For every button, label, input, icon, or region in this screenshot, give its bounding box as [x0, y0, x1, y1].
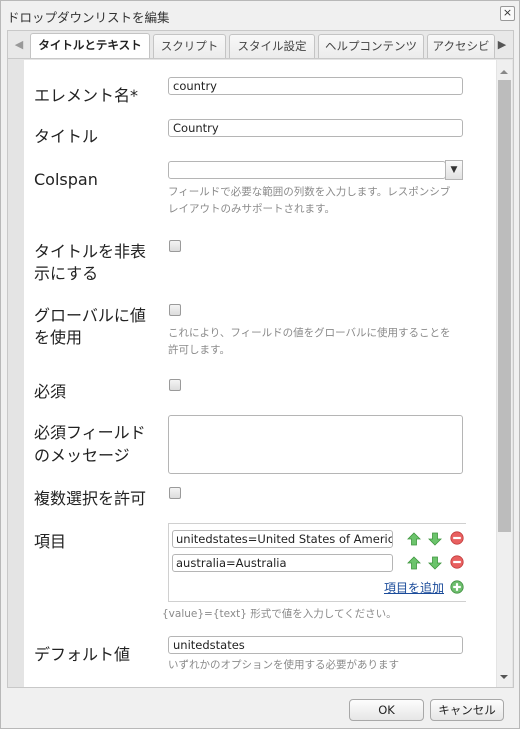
- default-value-label: デフォルト値: [34, 645, 131, 664]
- close-icon: ×: [502, 6, 513, 19]
- hide-title-label-line2: 示にする: [34, 264, 99, 283]
- required-label: 必須: [34, 382, 67, 401]
- default-value-input[interactable]: [168, 636, 463, 654]
- scroll-down-icon[interactable]: [500, 675, 508, 679]
- tab-script[interactable]: スクリプト: [153, 34, 226, 59]
- tab-label: スタイル設定: [237, 39, 307, 53]
- remove-icon[interactable]: [450, 555, 464, 569]
- cancel-button[interactable]: キャンセル: [430, 699, 504, 721]
- tab-help-content[interactable]: ヘルプコンテンツ: [318, 34, 424, 59]
- add-item-link[interactable]: 項目を追加: [384, 579, 444, 596]
- vertical-scrollbar[interactable]: [497, 60, 512, 687]
- tab-label: スクリプト: [160, 39, 219, 53]
- arrow-left-icon: ◀: [14, 38, 24, 51]
- tab-scroll-left-button[interactable]: ◀: [9, 31, 29, 58]
- items-help: {value}={text} 形式で値を入力してください。: [162, 608, 397, 620]
- items-label: 項目: [34, 532, 67, 551]
- move-down-icon[interactable]: [428, 556, 442, 570]
- colspan-label: Colspan: [34, 170, 98, 189]
- item-input[interactable]: australia=Australia: [172, 554, 393, 572]
- add-icon[interactable]: [450, 580, 464, 594]
- colspan-dropdown-button[interactable]: ▼: [445, 160, 463, 180]
- chevron-down-icon: ▼: [450, 165, 458, 175]
- tab-content: エレメント名* タイトル Colspan ▼ フィールドで必要な範囲の列数を入力…: [7, 58, 514, 688]
- edit-dropdown-dialog: ドロップダウンリストを編集 × ◀ タイトルとテキスト スクリプト スタイル設定…: [0, 0, 520, 729]
- colspan-help-line2: レイアウトのみサポートされます。: [168, 203, 335, 215]
- tab-label: ヘルプコンテンツ: [325, 39, 417, 53]
- arrow-right-icon: ▶: [497, 38, 507, 51]
- use-global-label-line1: グローバルに値: [34, 306, 146, 325]
- hide-title-label-line1: タイトルを非表: [34, 242, 147, 261]
- items-list: unitedstates=United States of America au…: [168, 523, 466, 602]
- ok-button[interactable]: OK: [349, 699, 424, 721]
- use-global-help-line1: これにより、フィールドの値をグローバルに使用することを: [168, 327, 451, 339]
- item-input[interactable]: unitedstates=United States of America: [172, 530, 393, 548]
- title-input[interactable]: [168, 119, 463, 137]
- tab-label: タイトルとテキスト: [38, 38, 142, 52]
- scroll-up-icon[interactable]: [500, 70, 508, 74]
- required-message-label-line1: 必須フィールド: [34, 423, 146, 442]
- element-name-input[interactable]: [168, 77, 463, 95]
- move-up-icon[interactable]: [407, 556, 421, 570]
- tab-scroll-right-button[interactable]: ▶: [492, 31, 512, 58]
- move-down-icon[interactable]: [428, 532, 442, 546]
- colspan-help-line1: フィールドで必要な範囲の列数を入力します。レスポンシブ: [168, 186, 451, 198]
- allow-multiple-checkbox[interactable]: [169, 487, 181, 499]
- allow-multiple-label: 複数選択を許可: [34, 489, 147, 508]
- tab-label: アクセシビ: [432, 39, 490, 53]
- form-panel: エレメント名* タイトル Colspan ▼ フィールドで必要な範囲の列数を入力…: [24, 60, 496, 687]
- use-global-label-line2: を使用: [34, 328, 83, 347]
- default-value-help: いずれかのオプションを使用する必要があります: [168, 659, 399, 671]
- required-message-textarea[interactable]: [168, 415, 463, 474]
- required-checkbox[interactable]: [169, 379, 181, 391]
- dialog-titlebar: ドロップダウンリストを編集 ×: [1, 1, 519, 29]
- colspan-select[interactable]: [168, 161, 446, 179]
- tab-bar: ◀ タイトルとテキスト スクリプト スタイル設定 ヘルプコンテンツ アクセシビ …: [7, 30, 514, 59]
- dialog-title: ドロップダウンリストを編集: [7, 10, 170, 25]
- use-global-checkbox[interactable]: [169, 304, 181, 316]
- required-message-label-line2: のメッセージ: [34, 446, 130, 465]
- hide-title-checkbox[interactable]: [169, 240, 181, 252]
- close-button[interactable]: ×: [500, 6, 515, 21]
- tab-title-and-text[interactable]: タイトルとテキスト: [30, 33, 150, 59]
- tab-style-settings[interactable]: スタイル設定: [229, 34, 315, 59]
- element-name-label: エレメント名*: [34, 86, 139, 105]
- tab-accessibility[interactable]: アクセシビ: [427, 34, 495, 59]
- use-global-help-line2: 許可します。: [168, 344, 230, 356]
- remove-icon[interactable]: [450, 531, 464, 545]
- move-up-icon[interactable]: [407, 532, 421, 546]
- title-label: タイトル: [34, 127, 99, 146]
- scrollbar-thumb[interactable]: [498, 80, 511, 532]
